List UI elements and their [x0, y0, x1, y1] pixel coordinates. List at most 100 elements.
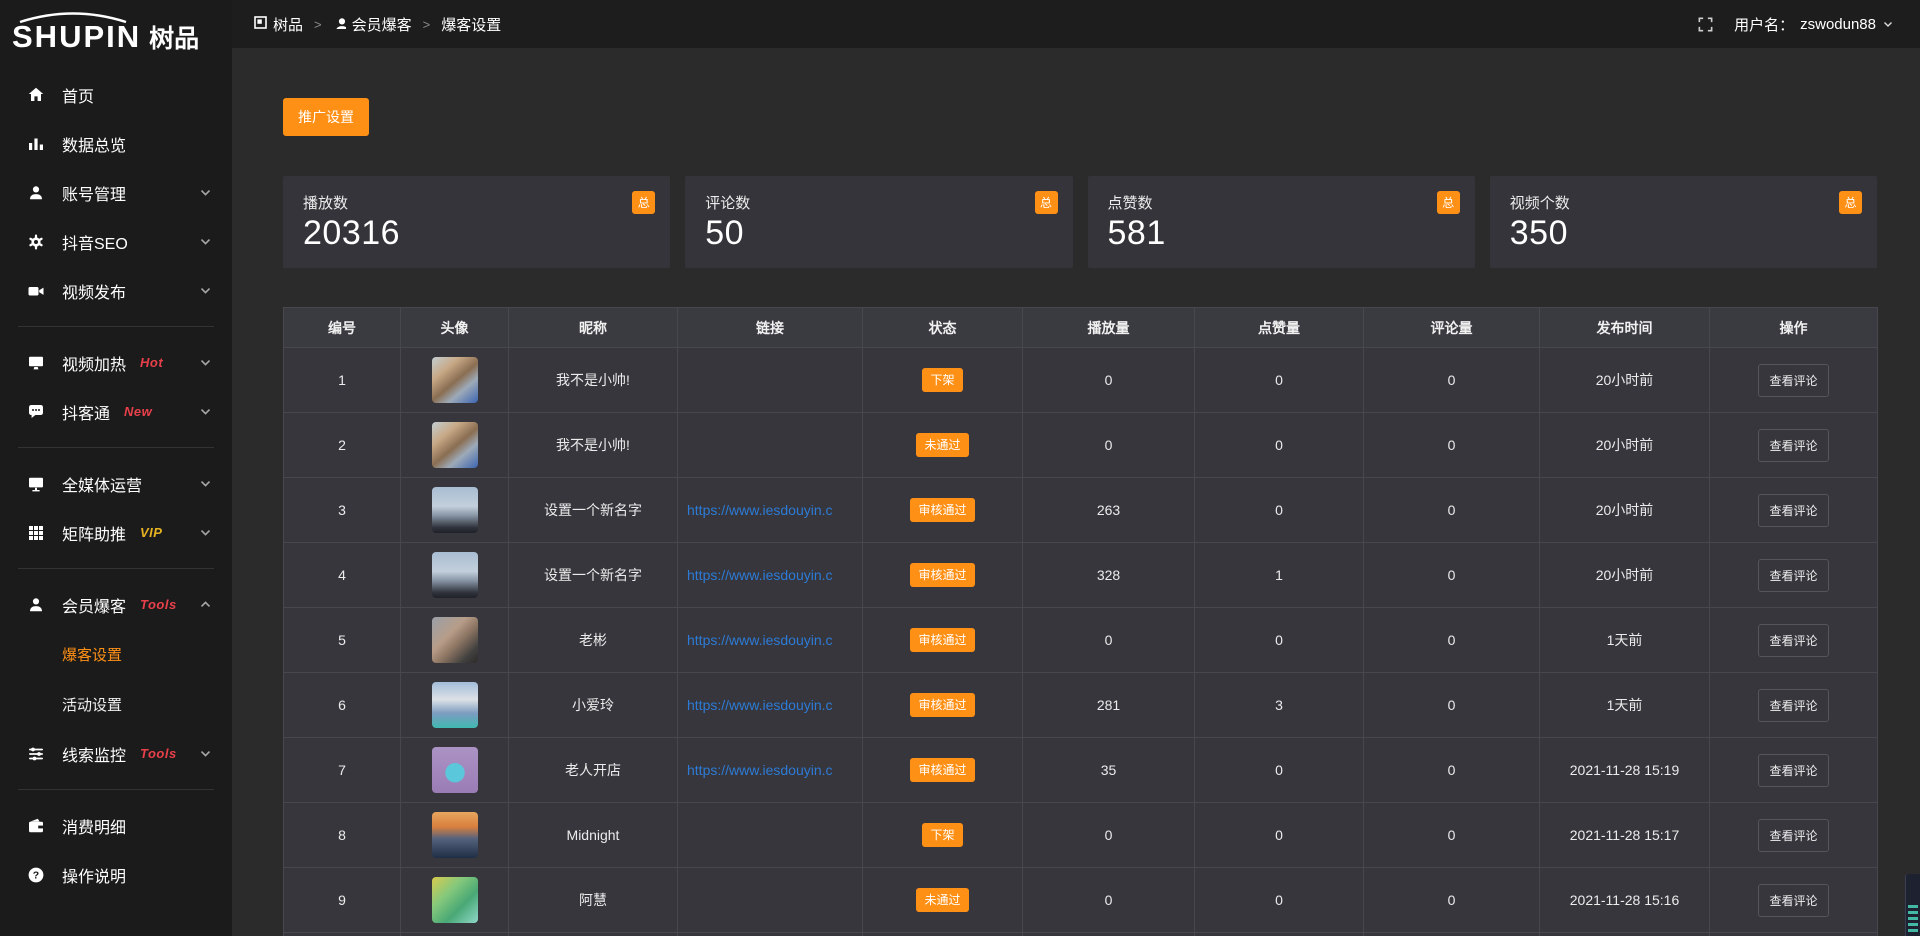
cell-action: 查看评论 — [1710, 543, 1878, 608]
sidebar-item-13[interactable]: 线索监控Tools — [0, 729, 232, 778]
cell-link — [678, 933, 863, 936]
cell-avatar — [401, 608, 509, 673]
sidebar-subitem-1[interactable]: 活动设置 — [0, 679, 232, 729]
sidebar-item-6[interactable]: 视频加热Hot — [0, 338, 232, 387]
sidebar-item-0[interactable]: 首页 — [0, 70, 232, 119]
cell-comments — [1364, 933, 1540, 936]
sidebar-item-12[interactable]: 会员爆客Tools — [0, 580, 232, 629]
status-badge: 下架 — [922, 823, 962, 847]
profile-link[interactable]: https://www.iesdouyin.c — [687, 502, 833, 518]
status-badge: 未通过 — [916, 888, 968, 912]
cell-plays: 328 — [1023, 543, 1195, 608]
chevron-down-icon — [199, 235, 212, 248]
cell-time: 20小时前 — [1540, 413, 1710, 478]
cell-id: 5 — [284, 608, 401, 673]
cell-link — [678, 868, 863, 933]
stat-card-label: 点赞数 — [1108, 192, 1455, 213]
cell-likes: 3 — [1195, 673, 1364, 738]
fullscreen-icon[interactable] — [1697, 16, 1714, 33]
chevron-down-icon — [199, 526, 212, 539]
sidebar-item-9[interactable]: 全媒体运营 — [0, 459, 232, 508]
profile-link[interactable]: https://www.iesdouyin.c — [687, 632, 833, 648]
sidebar-item-label: 首页 — [62, 83, 94, 107]
username-label: 用户名： — [1734, 14, 1794, 35]
stat-card-value: 581 — [1108, 214, 1455, 253]
cell-link: https://www.iesdouyin.c — [678, 738, 863, 803]
cell-likes: 0 — [1195, 868, 1364, 933]
status-badge: 下架 — [922, 368, 962, 392]
profile-link[interactable]: https://www.iesdouyin.c — [687, 567, 833, 583]
sidebar-item-7[interactable]: 抖客通New — [0, 387, 232, 436]
sidebar-item-label: 抖音SEO — [62, 230, 128, 254]
view-comments-button[interactable]: 查看评论 — [1758, 884, 1828, 917]
logo: SHUPIN 树品 — [0, 0, 232, 58]
cell-time: 2021-11-28 15:19 — [1540, 738, 1710, 803]
cell-nickname: Midnight — [509, 803, 678, 868]
sidebar-item-label: 矩阵助推 — [62, 521, 126, 545]
app-window: SHUPIN 树品 首页数据总览账号管理抖音SEO 视频发布视频加热Hot抖客通N… — [0, 0, 1920, 936]
promo-settings-button[interactable]: 推广设置 — [283, 98, 369, 136]
cell-id — [284, 933, 401, 936]
cell-status: 未通过 — [863, 868, 1023, 933]
view-comments-button[interactable]: 查看评论 — [1758, 624, 1828, 657]
cell-comments: 0 — [1364, 348, 1540, 413]
status-badge: 未通过 — [916, 433, 968, 457]
cell-avatar — [401, 413, 509, 478]
page-scrollbar[interactable] — [1905, 874, 1920, 936]
cell-nickname: 老彬 — [509, 608, 678, 673]
view-comments-button[interactable]: 查看评论 — [1758, 429, 1828, 462]
sidebar-item-10[interactable]: 矩阵助推VIP — [0, 508, 232, 557]
sidebar-divider — [18, 447, 214, 448]
svg-text:?: ? — [33, 869, 39, 881]
sidebar-item-2[interactable]: 账号管理 — [0, 168, 232, 217]
cell-likes: 0 — [1195, 803, 1364, 868]
sidebar-item-3[interactable]: 抖音SEO — [0, 217, 232, 266]
sidebar-item-1[interactable]: 数据总览 — [0, 119, 232, 168]
cell-action: 查看评论 — [1710, 868, 1878, 933]
breadcrumb-item-2[interactable]: 爆客设置 — [441, 14, 501, 35]
cell-plays: 281 — [1023, 673, 1195, 738]
sidebar-item-16[interactable]: ?操作说明 — [0, 850, 232, 899]
avatar — [432, 552, 478, 598]
view-comments-button[interactable]: 查看评论 — [1758, 364, 1828, 397]
user-menu[interactable]: 用户名：zswodun88 — [1734, 14, 1894, 35]
topbar-right: 用户名：zswodun88 — [1697, 14, 1894, 35]
view-comments-button[interactable]: 查看评论 — [1758, 754, 1828, 787]
cell-id: 3 — [284, 478, 401, 543]
table-row: 5老彬https://www.iesdouyin.c审核通过0001天前查看评论 — [284, 608, 1878, 673]
sidebar-item-15[interactable]: 消费明细 — [0, 801, 232, 850]
profile-link[interactable]: https://www.iesdouyin.c — [687, 697, 833, 713]
table-row: 3设置一个新名字https://www.iesdouyin.c审核通过26300… — [284, 478, 1878, 543]
stat-card-label: 评论数 — [705, 192, 1052, 213]
logo-arc-icon — [14, 12, 132, 24]
window-icon — [254, 16, 267, 33]
breadcrumb-item-1[interactable]: 会员爆客 — [333, 14, 412, 35]
avatar — [432, 617, 478, 663]
chevron-down-icon — [199, 356, 212, 369]
cell-comments: 0 — [1364, 738, 1540, 803]
cell-time: 20小时前 — [1540, 348, 1710, 413]
chevron-down-icon — [199, 477, 212, 490]
status-badge: 审核通过 — [910, 758, 974, 782]
video-camera-icon — [26, 281, 46, 301]
view-comments-button[interactable]: 查看评论 — [1758, 494, 1828, 527]
profile-link[interactable]: https://www.iesdouyin.c — [687, 762, 833, 778]
view-comments-button[interactable]: 查看评论 — [1758, 689, 1828, 722]
cell-comments: 0 — [1364, 673, 1540, 738]
view-comments-button[interactable]: 查看评论 — [1758, 819, 1828, 852]
table-row — [284, 933, 1878, 936]
column-header-0: 编号 — [284, 308, 401, 348]
stat-card-label: 播放数 — [303, 192, 650, 213]
column-header-7: 评论量 — [1364, 308, 1540, 348]
sidebar-item-4[interactable]: 视频发布 — [0, 266, 232, 315]
cell-plays: 0 — [1023, 348, 1195, 413]
breadcrumb-item-0[interactable]: 树品 — [254, 14, 303, 35]
sidebar-item-tag: Tools — [140, 597, 177, 612]
sidebar-subitem-0[interactable]: 爆客设置 — [0, 629, 232, 679]
stat-card-value: 350 — [1510, 214, 1857, 253]
cell-avatar — [401, 803, 509, 868]
home-icon — [26, 85, 46, 105]
avatar — [432, 682, 478, 728]
view-comments-button[interactable]: 查看评论 — [1758, 559, 1828, 592]
cell-avatar — [401, 478, 509, 543]
